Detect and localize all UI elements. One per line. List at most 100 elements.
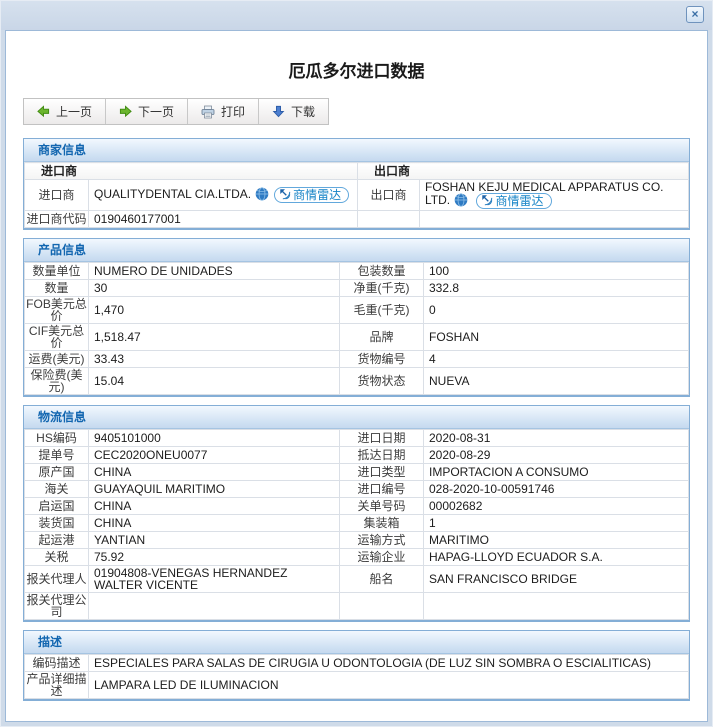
table-row: 进口商代码 0190460177001 — [24, 210, 689, 229]
field-value: 2020-08-31 — [423, 429, 689, 448]
field-label: 品牌 — [339, 323, 424, 352]
field-label: 数量 — [24, 279, 89, 298]
field-label: 集装箱 — [339, 514, 424, 533]
field-value: 0 — [423, 296, 689, 325]
prev-page-label: 上一页 — [56, 105, 93, 119]
field-label: CIF美元总价 — [24, 323, 89, 352]
empty-cell — [357, 210, 421, 229]
field-label: 运费(美元) — [24, 350, 89, 369]
table-row: HS编码 9405101000 进口日期 2020-08-31 — [24, 429, 689, 448]
field-label: 货物状态 — [339, 367, 424, 396]
field-value: 1,518.47 — [88, 323, 340, 352]
field-value: HAPAG-LLOYD ECUADOR S.A. — [423, 548, 689, 567]
field-value: 15.04 — [88, 367, 340, 396]
table-row: CIF美元总价 1,518.47 品牌 FOSHAN — [24, 323, 689, 352]
field-label: 关税 — [24, 548, 89, 567]
importer-code-value: 0190460177001 — [87, 210, 359, 229]
field-value: FOSHAN — [423, 323, 689, 352]
table-row: 原产国 CHINA 进口类型 IMPORTACION A CONSUMO — [24, 463, 689, 482]
close-icon[interactable]: × — [686, 6, 704, 23]
field-value: ESPECIALES PARA SALAS DE CIRUGIA U ODONT… — [88, 654, 689, 673]
table-row: 海关 GUAYAQUIL MARITIMO 进口编号 028-2020-10-0… — [24, 480, 689, 499]
field-label: 毛重(千克) — [339, 296, 424, 325]
exporter-column-header: 出口商 — [357, 162, 689, 180]
exporter-label: 出口商 — [357, 178, 421, 212]
next-page-button[interactable]: 下一页 — [106, 99, 189, 124]
next-page-label: 下一页 — [138, 105, 175, 119]
merchant-table: 进口商 出口商 进口商 QUALITYDENTAL CIA.LTDA. 商情雷达 … — [23, 162, 689, 229]
table-row: 进口商 QUALITYDENTAL CIA.LTDA. 商情雷达 出口商 FOSH… — [24, 178, 689, 212]
radar-badge-label: 商情雷达 — [495, 194, 544, 208]
field-label: 抵达日期 — [339, 446, 424, 465]
table-row: 数量单位 NUMERO DE UNIDADES 包装数量 100 — [24, 262, 689, 281]
field-label: 起运港 — [24, 531, 89, 550]
section-merchant-title: 商家信息 — [24, 139, 689, 162]
field-label: 包装数量 — [339, 262, 424, 281]
field-value: 75.92 — [88, 548, 340, 567]
globe-icon[interactable] — [454, 193, 468, 209]
field-label: 关单号码 — [339, 497, 424, 516]
field-value: CHINA — [88, 514, 340, 533]
field-value: CEC2020ONEU0077 — [88, 446, 340, 465]
table-row: 数量 30 净重(千克) 332.8 — [24, 279, 689, 298]
importer-column-header: 进口商 — [23, 162, 359, 180]
field-label: FOB美元总价 — [24, 296, 89, 325]
printer-icon — [201, 105, 215, 119]
importer-name: QUALITYDENTAL CIA.LTDA. — [94, 187, 252, 202]
section-merchant: 商家信息 进口商 出口商 进口商 QUALITYDENTAL CIA.LTDA.… — [23, 138, 690, 231]
field-value: 33.43 — [88, 350, 340, 369]
field-label: 报关代理人 — [24, 565, 89, 594]
field-value: IMPORTACION A CONSUMO — [423, 463, 689, 482]
field-label: 进口类型 — [339, 463, 424, 482]
field-label: 启运国 — [24, 497, 89, 516]
table-row: 关税 75.92 运输企业 HAPAG-LLOYD ECUADOR S.A. — [24, 548, 689, 567]
field-value: 1,470 — [88, 296, 340, 325]
field-value: CHINA — [88, 497, 340, 516]
table-row: 起运港 YANTIAN 运输方式 MARITIMO — [24, 531, 689, 550]
print-button[interactable]: 打印 — [188, 99, 260, 124]
field-value: 100 — [423, 262, 689, 281]
field-label: 装货国 — [24, 514, 89, 533]
field-label: 编码描述 — [24, 654, 89, 673]
field-value: MARITIMO — [423, 531, 689, 550]
dialog-content-panel: 厄瓜多尔进口数据 上一页 下一页 打印 下载 商家信息 进口商 出口商 进口商 … — [5, 30, 708, 722]
table-row: 保险费(美元) 15.04 货物状态 NUEVA — [24, 367, 689, 396]
field-label: 原产国 — [24, 463, 89, 482]
section-description-title: 描述 — [24, 631, 689, 655]
radar-badge-label: 商情雷达 — [293, 188, 342, 202]
field-label: 进口日期 — [339, 429, 424, 448]
print-label: 打印 — [221, 105, 246, 119]
logistics-table: HS编码 9405101000 进口日期 2020-08-31 提单号 CEC2… — [24, 429, 689, 621]
business-radar-badge[interactable]: 商情雷达 — [476, 193, 552, 209]
importer-label: 进口商 — [24, 178, 89, 212]
section-logistics-title: 物流信息 — [24, 406, 689, 430]
business-radar-badge[interactable]: 商情雷达 — [274, 187, 350, 203]
empty-cell — [419, 210, 689, 229]
field-value: 028-2020-10-00591746 — [423, 480, 689, 499]
field-label: 运输方式 — [339, 531, 424, 550]
exporter-value-cell: FOSHAN KEJU MEDICAL APPARATUS CO. LTD. 商… — [419, 178, 689, 212]
field-value: 4 — [423, 350, 689, 369]
field-value: 01904808-VENEGAS HERNANDEZ WALTER VICENT… — [88, 565, 340, 594]
field-label: HS编码 — [24, 429, 89, 448]
radar-icon — [481, 194, 493, 208]
download-button[interactable]: 下载 — [259, 99, 328, 124]
prev-page-button[interactable]: 上一页 — [24, 99, 107, 124]
field-label: 海关 — [24, 480, 89, 499]
download-label: 下载 — [291, 105, 316, 119]
field-value: NUMERO DE UNIDADES — [88, 262, 340, 281]
field-label: 产品详细描述 — [24, 671, 89, 700]
field-label: 货物编号 — [339, 350, 424, 369]
field-value: CHINA — [88, 463, 340, 482]
blue-down-arrow-icon — [272, 105, 285, 118]
field-label: 净重(千克) — [339, 279, 424, 298]
table-row: FOB美元总价 1,470 毛重(千克) 0 — [24, 296, 689, 325]
field-value: SAN FRANCISCO BRIDGE — [423, 565, 689, 594]
globe-icon[interactable] — [255, 187, 269, 204]
section-product: 产品信息 数量单位 NUMERO DE UNIDADES 包装数量 100 数量… — [23, 238, 690, 398]
field-label: 保险费(美元) — [24, 367, 89, 396]
table-row: 运费(美元) 33.43 货物编号 4 — [24, 350, 689, 369]
field-value — [88, 592, 340, 621]
field-value: YANTIAN — [88, 531, 340, 550]
field-label: 数量单位 — [24, 262, 89, 281]
